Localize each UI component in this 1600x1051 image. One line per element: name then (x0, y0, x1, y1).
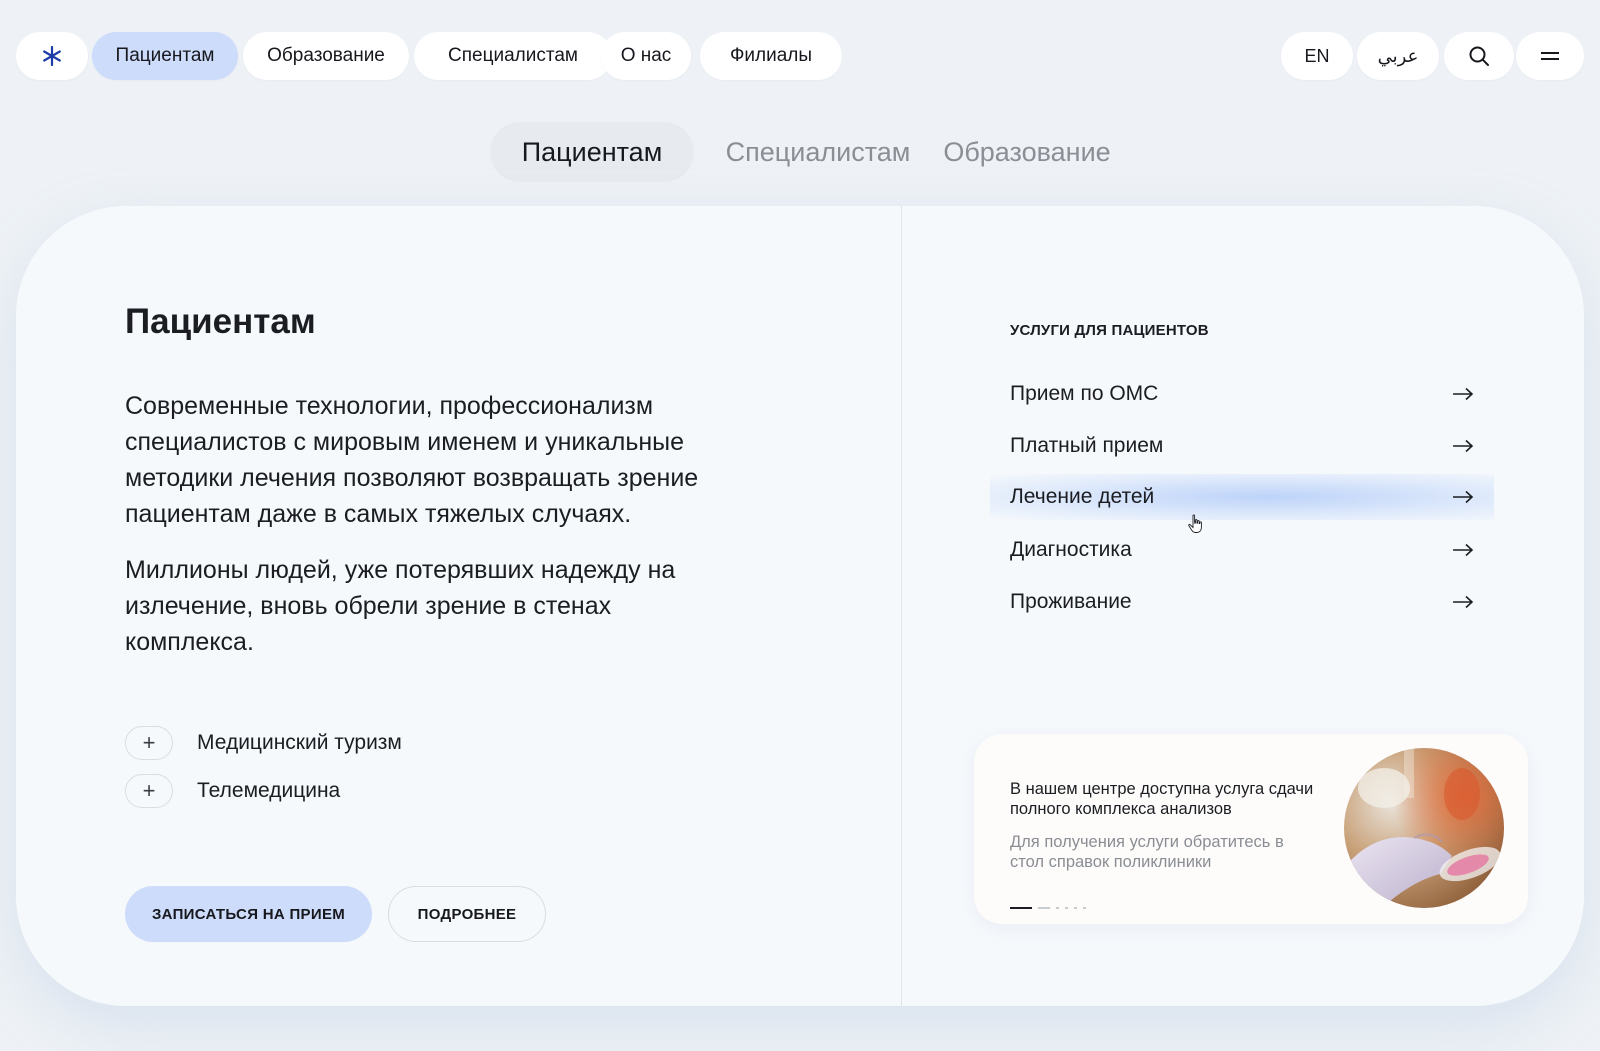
service-link-children[interactable]: Лечение детей (990, 474, 1494, 520)
nav-item-branches[interactable]: Филиалы (700, 32, 842, 80)
accordion-telemedicine[interactable]: + Телемедицина (125, 774, 340, 808)
plus-icon[interactable]: + (125, 774, 173, 808)
search-icon (1469, 46, 1489, 66)
nav-item-patients[interactable]: Пациентам (92, 32, 238, 80)
service-label: Прием по ОМС (1010, 382, 1159, 405)
pagination-dot[interactable] (1065, 907, 1068, 909)
pagination-dot[interactable] (1010, 907, 1032, 909)
plus-icon[interactable]: + (125, 726, 173, 760)
accordion-label: Медицинский туризм (197, 731, 402, 754)
logo-button[interactable] (16, 32, 88, 80)
promo-pagination[interactable] (1010, 906, 1086, 910)
menu-button[interactable] (1516, 32, 1584, 80)
menu-icon (1541, 52, 1559, 60)
services-heading: УСЛУГИ ДЛЯ ПАЦИЕНТОВ (1010, 322, 1209, 339)
arrow-right-icon (1453, 490, 1474, 504)
intro-paragraph: Современные технологии, профессионализм … (125, 392, 699, 528)
secondary-paragraph: Миллионы людей, уже потерявших надежду н… (125, 556, 676, 656)
promo-card[interactable]: В нашем центре доступна услуга сдачи пол… (974, 734, 1528, 924)
service-label: Платный прием (1010, 434, 1164, 457)
panel-divider (901, 206, 902, 1006)
service-link-paid[interactable]: Платный прием (1010, 428, 1474, 464)
promo-subtitle: Для получения услуги обратитесь в стол с… (1010, 833, 1284, 871)
service-link-accommodation[interactable]: Проживание (1010, 584, 1474, 620)
asterisk-logo-icon (43, 45, 61, 67)
tab-patients[interactable]: Пациентам (490, 122, 694, 182)
section-tabs: Пациентам Специалистам Образование (0, 122, 1600, 182)
arrow-right-icon (1453, 543, 1474, 557)
search-button[interactable] (1444, 32, 1514, 80)
service-label: Лечение детей (1010, 485, 1155, 508)
accordion-medical-tourism[interactable]: + Медицинский туризм (125, 726, 402, 760)
service-link-diagnostics[interactable]: Диагностика (1010, 532, 1474, 568)
patients-panel: Пациентам Современные технологии, профес… (16, 206, 1584, 1006)
nav-item-education[interactable]: Образование (243, 32, 409, 80)
more-info-button[interactable]: ПОДРОБНЕЕ (388, 886, 546, 942)
pagination-dot[interactable] (1074, 907, 1077, 909)
tab-education[interactable]: Образование (926, 122, 1128, 182)
page-title: Пациентам (125, 302, 316, 341)
service-label: Диагностика (1010, 538, 1132, 561)
lab-sample-photo (1344, 748, 1504, 908)
pagination-dot[interactable] (1038, 907, 1050, 909)
arrow-right-icon (1453, 387, 1474, 401)
accordion-label: Телемедицина (197, 779, 341, 802)
tab-specialists[interactable]: Специалистам (712, 122, 924, 182)
hand-cursor-icon (1188, 514, 1202, 533)
pagination-dot[interactable] (1083, 907, 1086, 909)
arrow-right-icon (1453, 595, 1474, 609)
book-appointment-button[interactable]: ЗАПИСАТЬСЯ НА ПРИЕМ (125, 886, 372, 942)
language-ar-button[interactable]: عربي (1357, 32, 1439, 80)
pagination-dot[interactable] (1056, 907, 1059, 909)
arrow-right-icon (1453, 439, 1474, 453)
promo-title: В нашем центре доступна услуга сдачи пол… (1010, 780, 1314, 818)
service-link-oms[interactable]: Прием по ОМС (1010, 376, 1474, 412)
nav-item-specialists[interactable]: Специалистам (414, 32, 612, 80)
nav-item-about[interactable]: О нас (601, 32, 691, 80)
service-label: Проживание (1010, 590, 1132, 613)
top-navigation: Пациентам Образование Специалистам О нас… (16, 32, 1584, 80)
language-en-button[interactable]: EN (1281, 32, 1353, 80)
